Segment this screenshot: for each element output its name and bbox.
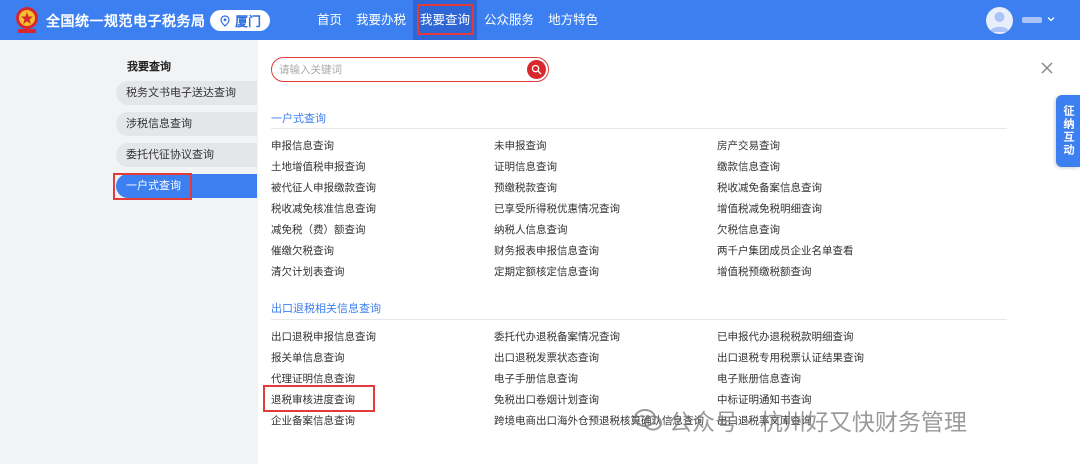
query-link[interactable]: 申报信息查询 bbox=[271, 138, 334, 153]
query-link[interactable]: 出口退税发票状态查询 bbox=[494, 350, 599, 365]
user-avatar[interactable] bbox=[986, 7, 1013, 34]
sidebar-item-tax-info[interactable]: 涉税信息查询 bbox=[116, 112, 257, 136]
query-link[interactable]: 代理证明信息查询 bbox=[271, 371, 355, 386]
query-link[interactable]: 税收减免核准信息查询 bbox=[271, 201, 376, 216]
query-link[interactable]: 已申报代办退税税款明细查询 bbox=[717, 329, 854, 344]
section-title-one-household: 一户式查询 bbox=[271, 112, 326, 125]
query-link[interactable]: 土地增值税申报查询 bbox=[271, 159, 366, 174]
query-link[interactable]: 财务报表申报信息查询 bbox=[494, 243, 599, 258]
section-divider bbox=[271, 128, 1007, 129]
query-link[interactable]: 缴款信息查询 bbox=[717, 159, 780, 174]
username-redacted[interactable] bbox=[1022, 17, 1042, 23]
query-link[interactable]: 出口退税申报信息查询 bbox=[271, 329, 376, 344]
user-icon bbox=[990, 12, 1009, 32]
tax-emblem-logo[interactable] bbox=[14, 6, 40, 34]
query-link[interactable]: 预缴税款查询 bbox=[494, 180, 557, 195]
nav-home[interactable]: 首页 bbox=[310, 0, 349, 40]
query-link[interactable]: 未申报查询 bbox=[494, 138, 547, 153]
sidebar-item-agency-agreement[interactable]: 委托代征协议查询 bbox=[116, 143, 257, 167]
query-link[interactable]: 被代征人申报缴款查询 bbox=[271, 180, 376, 195]
top-header: 全国统一规范电子税务局 厦门 首页 我要办税 我要查询 公众服务 地方特色 bbox=[0, 0, 1080, 40]
search-icon bbox=[531, 64, 542, 75]
query-link[interactable]: 报关单信息查询 bbox=[271, 350, 345, 365]
section-title-export-refund: 出口退税相关信息查询 bbox=[271, 302, 381, 315]
sidebar-item-document-delivery[interactable]: 税务文书电子送达查询 bbox=[116, 81, 257, 105]
query-link[interactable]: 退税审核进度查询 bbox=[271, 392, 355, 407]
query-link[interactable]: 清欠计划表查询 bbox=[271, 264, 345, 279]
nav-tax-handling[interactable]: 我要办税 bbox=[349, 0, 413, 40]
query-link[interactable]: 电子手册信息查询 bbox=[494, 371, 578, 386]
nav-public-service[interactable]: 公众服务 bbox=[477, 0, 541, 40]
query-link[interactable]: 增值税减免税明细查询 bbox=[717, 201, 822, 216]
nav-query[interactable]: 我要查询 bbox=[413, 0, 478, 40]
query-link[interactable]: 证明信息查询 bbox=[494, 159, 557, 174]
location-pin-icon bbox=[220, 14, 230, 27]
query-link[interactable]: 纳税人信息查询 bbox=[494, 222, 568, 237]
city-name: 厦门 bbox=[234, 15, 261, 30]
main-nav: 首页 我要办税 我要查询 公众服务 地方特色 bbox=[310, 0, 605, 40]
query-link[interactable]: 出口退税专用税票认证结果查询 bbox=[717, 350, 864, 365]
sidebar-item-one-household[interactable]: 一户式查询 bbox=[116, 174, 257, 198]
query-link[interactable]: 减免税（费）额查询 bbox=[271, 222, 366, 237]
query-link[interactable]: 免税出口卷烟计划查询 bbox=[494, 392, 599, 407]
section-divider bbox=[271, 319, 1007, 320]
query-link[interactable]: 税收减免备案信息查询 bbox=[717, 180, 822, 195]
query-link[interactable]: 房产交易查询 bbox=[717, 138, 780, 153]
query-link[interactable]: 两千户集团成员企业名单查看 bbox=[717, 243, 854, 258]
close-icon[interactable] bbox=[1040, 61, 1054, 75]
query-link[interactable]: 出口退税率文库查询 bbox=[717, 413, 812, 428]
query-link[interactable]: 增值税预缴税额查询 bbox=[717, 264, 812, 279]
sidebar-title: 我要查询 bbox=[127, 60, 171, 73]
query-link[interactable]: 定期定额核定信息查询 bbox=[494, 264, 599, 279]
query-link[interactable]: 企业备案信息查询 bbox=[271, 413, 355, 428]
query-link[interactable]: 委托代办退税备案情况查询 bbox=[494, 329, 620, 344]
search-input[interactable] bbox=[279, 61, 519, 78]
query-link[interactable]: 催缴欠税查询 bbox=[271, 243, 334, 258]
site-title: 全国统一规范电子税务局 bbox=[46, 14, 206, 30]
query-link[interactable]: 电子账册信息查询 bbox=[717, 371, 801, 386]
nav-local-features[interactable]: 地方特色 bbox=[541, 0, 605, 40]
chevron-down-icon[interactable] bbox=[1046, 14, 1056, 24]
query-link[interactable]: 跨境电商出口海外仓预退税核算确认信息查询 bbox=[494, 413, 704, 428]
main-panel bbox=[258, 40, 1080, 464]
query-link[interactable]: 已享受所得税优惠情况查询 bbox=[494, 201, 620, 216]
city-selector[interactable]: 厦门 bbox=[210, 10, 270, 31]
query-link[interactable]: 中标证明通知书查询 bbox=[717, 392, 812, 407]
query-link[interactable]: 欠税信息查询 bbox=[717, 222, 780, 237]
search-button[interactable] bbox=[527, 60, 546, 79]
interaction-float-tab[interactable]: 征纳互动 bbox=[1056, 95, 1080, 167]
